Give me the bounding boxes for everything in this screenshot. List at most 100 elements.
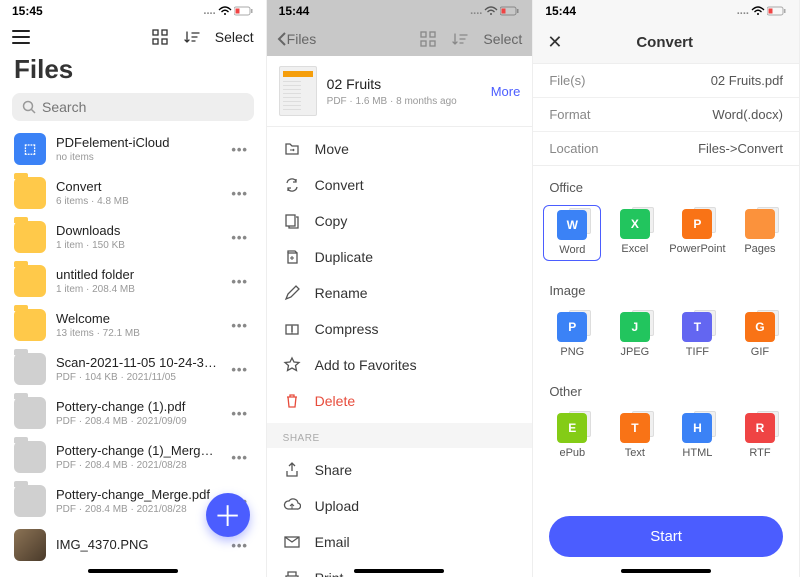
format-label: HTML xyxy=(682,447,712,459)
search-input[interactable] xyxy=(42,99,244,115)
home-indicator xyxy=(88,569,178,573)
action-label: Add to Favorites xyxy=(315,357,417,373)
file-meta: 1 item · 150 KB xyxy=(56,240,218,251)
file-icon xyxy=(14,221,46,253)
list-item[interactable]: Pottery-change (1)_Merge.pdfPDF · 208.4 … xyxy=(0,435,266,479)
format-html[interactable]: H HTML xyxy=(668,409,726,463)
format-jpeg[interactable]: JJPEG xyxy=(606,308,664,362)
format-label: Excel xyxy=(621,243,648,255)
add-button[interactable]: ＋ xyxy=(206,493,250,537)
convert-screen: 15:44 .... ✕ Convert File(s)02 Fruits.pd… xyxy=(533,0,800,577)
list-item[interactable]: Convert6 items · 4.8 MB••• xyxy=(0,171,266,215)
action-label: Copy xyxy=(315,213,348,229)
more-icon[interactable]: ••• xyxy=(228,450,252,465)
format-text[interactable]: TText xyxy=(606,409,664,463)
action-label: Share xyxy=(315,462,352,478)
print-icon xyxy=(283,569,301,577)
format-label: Text xyxy=(625,447,645,459)
select-button[interactable]: Select xyxy=(215,29,254,45)
action-move[interactable]: Move xyxy=(267,131,533,167)
action-label: Email xyxy=(315,534,350,550)
more-icon[interactable]: ••• xyxy=(228,230,252,245)
format-png[interactable]: PPNG xyxy=(543,308,601,362)
action-copy[interactable]: Copy xyxy=(267,203,533,239)
format-grid: PPNGJJPEGTTIFFGGIF xyxy=(533,304,799,370)
info-group: File(s)02 Fruits.pdfFormatWord(.docx)Loc… xyxy=(533,64,799,166)
list-item[interactable]: Scan-2021-11-05 10-24-37.pdfPDF · 104 KB… xyxy=(0,347,266,391)
action-rename[interactable]: Rename xyxy=(267,275,533,311)
page-title: Files xyxy=(0,52,266,89)
action-email[interactable]: Email xyxy=(267,524,533,560)
more-button[interactable]: More xyxy=(491,84,521,99)
file-name: Pottery-change_Merge.pdf xyxy=(56,487,218,502)
info-key: Format xyxy=(549,107,590,122)
format-excel[interactable]: X Excel xyxy=(606,205,664,261)
info-row[interactable]: File(s)02 Fruits.pdf xyxy=(533,64,799,98)
status-bar: 15:44 .... xyxy=(533,0,799,22)
format-word[interactable]: W Word xyxy=(543,205,601,261)
file-name: Welcome xyxy=(56,311,218,326)
file-meta: 13 items · 72.1 MB xyxy=(56,328,218,339)
list-item[interactable]: ⬚PDFelement-iCloudno items••• xyxy=(0,127,266,171)
back-button[interactable]: Files xyxy=(277,31,317,47)
start-button[interactable]: Start xyxy=(549,516,783,557)
file-icon xyxy=(14,441,46,473)
more-icon[interactable]: ••• xyxy=(228,538,252,553)
file-meta: PDF · 208.4 MB · 2021/08/28 xyxy=(56,504,218,515)
list-item[interactable]: Downloads1 item · 150 KB••• xyxy=(0,215,266,259)
clock: 15:45 xyxy=(12,4,43,18)
menu-icon[interactable] xyxy=(12,30,30,44)
more-icon[interactable]: ••• xyxy=(228,318,252,333)
action-label: Delete xyxy=(315,393,355,409)
format-icon: P xyxy=(682,209,712,239)
sort-icon[interactable] xyxy=(183,28,201,46)
list-item[interactable]: Welcome 13 items · 72.1 MB ••• xyxy=(0,303,266,347)
search-bar[interactable] xyxy=(12,93,254,121)
sort-icon[interactable] xyxy=(451,30,469,48)
format-icon: G xyxy=(745,312,775,342)
action-duplicate[interactable]: Duplicate xyxy=(267,239,533,275)
format-tiff[interactable]: TTIFF xyxy=(668,308,726,362)
action-share[interactable]: Share xyxy=(267,452,533,488)
clock: 15:44 xyxy=(545,4,576,18)
format-sections: OfficeWWordXExcelPPowerPointPagesImagePP… xyxy=(533,166,799,471)
format-pages[interactable]: Pages xyxy=(731,205,789,261)
rename-icon xyxy=(283,284,301,302)
action-compress[interactable]: Compress xyxy=(267,311,533,347)
format-rtf[interactable]: RRTF xyxy=(731,409,789,463)
list-item[interactable]: Pottery-change (1).pdfPDF · 208.4 MB · 2… xyxy=(0,391,266,435)
format-label: Word xyxy=(559,244,585,256)
grid-view-icon[interactable] xyxy=(419,30,437,48)
action-convert[interactable]: Convert xyxy=(267,167,533,203)
action-upload[interactable]: Upload xyxy=(267,488,533,524)
file-meta: 1 item · 208.4 MB xyxy=(56,284,218,295)
file-icon xyxy=(14,529,46,561)
file-icon xyxy=(14,397,46,429)
duplicate-icon xyxy=(283,248,301,266)
format-icon: X xyxy=(620,209,650,239)
select-button[interactable]: Select xyxy=(483,31,522,47)
action-add-to-favorites[interactable]: Add to Favorites xyxy=(267,347,533,383)
list-item[interactable]: untitled folder 1 item · 208.4 MB ••• xyxy=(0,259,266,303)
convert-icon xyxy=(283,176,301,194)
format-epub[interactable]: EePub xyxy=(543,409,601,463)
more-icon[interactable]: ••• xyxy=(228,274,252,289)
more-icon[interactable]: ••• xyxy=(228,362,252,377)
format-gif[interactable]: GGIF xyxy=(731,308,789,362)
format-powerpoint[interactable]: P PowerPoint xyxy=(668,205,726,261)
format-icon: H xyxy=(682,413,712,443)
format-label: PowerPoint xyxy=(669,243,725,255)
file-name: untitled folder xyxy=(56,267,218,282)
section-label: Office xyxy=(533,166,799,201)
more-icon[interactable]: ••• xyxy=(228,142,252,157)
file-name: Scan-2021-11-05 10-24-37.pdf xyxy=(56,355,218,370)
file-meta: PDF · 208.4 MB · 2021/08/28 xyxy=(56,460,218,471)
format-icon: E xyxy=(557,413,587,443)
action-delete[interactable]: Delete xyxy=(267,383,533,419)
format-icon: W xyxy=(557,210,587,240)
more-icon[interactable]: ••• xyxy=(228,406,252,421)
info-row[interactable]: FormatWord(.docx) xyxy=(533,98,799,132)
grid-view-icon[interactable] xyxy=(151,28,169,46)
more-icon[interactable]: ••• xyxy=(228,186,252,201)
info-row[interactable]: LocationFiles->Convert xyxy=(533,132,799,165)
